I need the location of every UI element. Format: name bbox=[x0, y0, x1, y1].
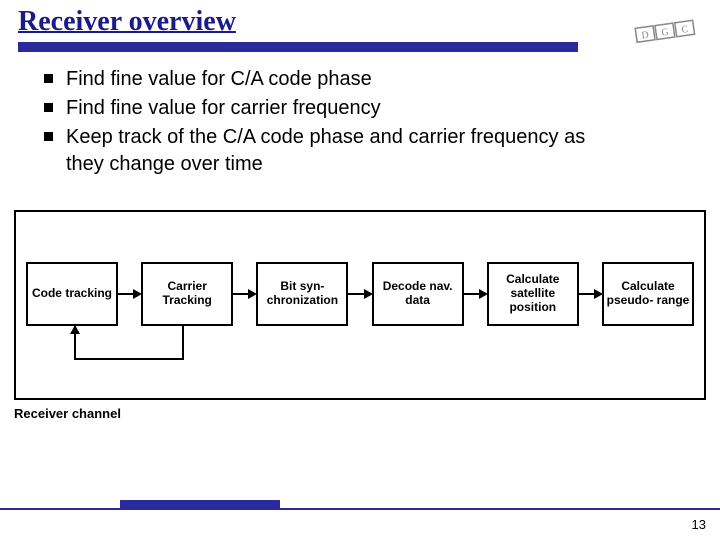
bullet-item: Find fine value for carrier frequency bbox=[44, 95, 604, 122]
footer-accent-bar bbox=[120, 500, 280, 510]
bullet-item: Keep track of the C/A code phase and car… bbox=[44, 124, 604, 178]
bullet-item: Find fine value for C/A code phase bbox=[44, 66, 604, 93]
bullet-list: Find fine value for C/A code phase Find … bbox=[44, 66, 720, 178]
flow-box-code-tracking: Code tracking bbox=[26, 262, 118, 326]
feedback-arrow bbox=[74, 326, 184, 362]
flow-box-calc-sat-position: Calculate satellite position bbox=[487, 262, 579, 326]
flow-box-calc-pseudorange: Calculate pseudo- range bbox=[602, 262, 694, 326]
svg-text:D: D bbox=[641, 30, 650, 42]
receiver-channel-diagram: Code tracking Carrier Tracking Bit syn- … bbox=[14, 210, 706, 400]
channel-label: Receiver channel bbox=[14, 406, 121, 421]
footer-divider bbox=[0, 508, 720, 510]
dgc-logo: D G C bbox=[632, 14, 702, 50]
page-title: Receiver overview bbox=[18, 6, 720, 38]
flow-arrow bbox=[118, 293, 141, 295]
flow-arrow bbox=[579, 293, 602, 295]
flow-box-carrier-tracking: Carrier Tracking bbox=[141, 262, 233, 326]
title-underline-bar bbox=[18, 42, 578, 52]
flow-arrow bbox=[348, 293, 371, 295]
page-number: 13 bbox=[692, 517, 706, 532]
flow-arrow bbox=[233, 293, 256, 295]
svg-text:G: G bbox=[661, 27, 670, 39]
flow-box-bit-sync: Bit syn- chronization bbox=[256, 262, 348, 326]
flow-box-decode-nav: Decode nav. data bbox=[372, 262, 464, 326]
flow-arrow bbox=[464, 293, 487, 295]
